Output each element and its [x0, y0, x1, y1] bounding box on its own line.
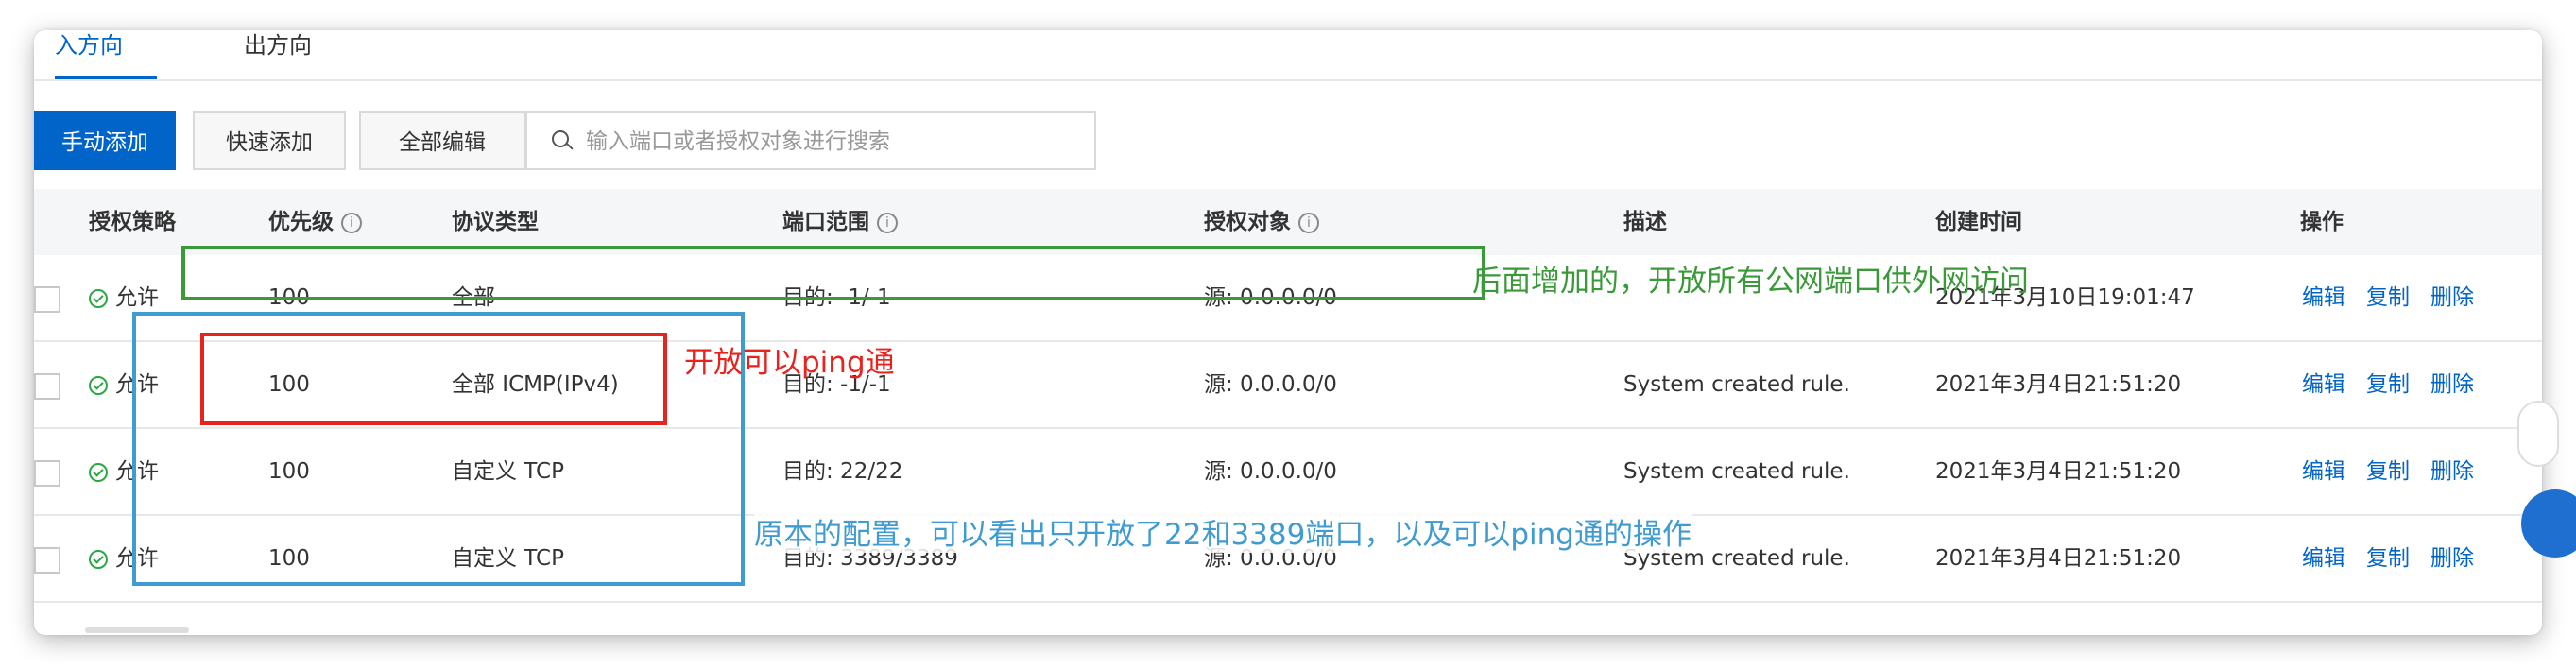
- protocol-cell: 全部 ICMP(IPv4): [452, 372, 619, 397]
- copy-link[interactable]: 复制: [2366, 546, 2410, 571]
- delete-link[interactable]: 删除: [2430, 459, 2474, 484]
- delete-link[interactable]: 删除: [2430, 372, 2474, 397]
- port-range-cell: 目的: 22/22: [782, 459, 903, 484]
- table-row: 允许 100 全部 目的: -1/-1 源: 0.0.0.0/0 2021年3月…: [34, 255, 2542, 342]
- search-input[interactable]: [584, 113, 1085, 170]
- priority-cell: 100: [268, 459, 310, 484]
- created-at-cell: 2021年3月4日21:51:20: [1935, 372, 2182, 397]
- description-cell: System created rule.: [1623, 372, 1850, 397]
- policy-cell: 允许: [89, 255, 159, 340]
- row-checkbox[interactable]: [34, 373, 60, 400]
- priority-cell: 100: [268, 546, 310, 571]
- header-protocol: 协议类型: [452, 210, 539, 234]
- created-at-cell: 2021年3月10日19:01:47: [1935, 285, 2195, 310]
- search-icon: [552, 130, 569, 147]
- table-row: 允许 100 自定义 TCP 目的: 3389/3389 源: 0.0.0.0/…: [34, 516, 2542, 603]
- protocol-cell: 自定义 TCP: [452, 546, 564, 571]
- tab-outbound[interactable]: 出方向: [244, 30, 312, 79]
- header-description: 描述: [1623, 210, 1667, 234]
- priority-cell: 100: [268, 372, 310, 397]
- header-port-range: 端口范围 i: [782, 189, 898, 255]
- delete-link[interactable]: 删除: [2430, 285, 2474, 310]
- edit-all-button[interactable]: 全部编辑: [359, 112, 525, 170]
- row-checkbox[interactable]: [34, 286, 60, 313]
- actions-cell: 编辑 复制 删除: [2302, 516, 2495, 601]
- quick-add-button[interactable]: 快速添加: [193, 112, 346, 170]
- side-collapse-handle[interactable]: [2517, 401, 2559, 467]
- policy-cell: 允许: [89, 342, 159, 427]
- port-range-cell: 目的: 3389/3389: [782, 546, 958, 571]
- horizontal-scrollbar[interactable]: [85, 627, 189, 633]
- delete-link[interactable]: 删除: [2430, 546, 2474, 571]
- protocol-cell: 全部: [452, 285, 495, 310]
- manual-add-button[interactable]: 手动添加: [34, 112, 176, 170]
- header-auth-object: 授权对象 i: [1204, 189, 1319, 255]
- created-at-cell: 2021年3月4日21:51:20: [1935, 459, 2182, 484]
- row-checkbox[interactable]: [34, 547, 60, 574]
- auth-object-cell: 源: 0.0.0.0/0: [1204, 372, 1337, 397]
- row-checkbox[interactable]: [34, 460, 60, 487]
- table-row: 允许 100 自定义 TCP 目的: 22/22 源: 0.0.0.0/0 Sy…: [34, 429, 2542, 516]
- created-at-cell: 2021年3月4日21:51:20: [1935, 546, 2182, 571]
- table-header: 授权策略 优先级 i 协议类型 端口范围 i 授权对象 i 描述 创建时间 操作: [34, 189, 2542, 257]
- edit-link[interactable]: 编辑: [2302, 459, 2345, 484]
- policy-cell: 允许: [89, 516, 159, 601]
- security-group-rules-panel: 入方向 出方向 手动添加 快速添加 全部编辑 授权策略 优先级i 协议类型 端口…: [34, 30, 2542, 635]
- protocol-cell: 自定义 TCP: [452, 459, 564, 484]
- copy-link[interactable]: 复制: [2366, 285, 2410, 310]
- port-range-info-icon[interactable]: i: [877, 212, 898, 233]
- check-circle-icon: [89, 375, 108, 395]
- port-range-cell: 目的: -1/-1: [782, 285, 891, 310]
- priority-cell: 100: [268, 285, 310, 310]
- check-circle-icon: [89, 288, 108, 308]
- copy-link[interactable]: 复制: [2366, 372, 2410, 397]
- table-row: 允许 100 全部 ICMP(IPv4) 目的: -1/-1 源: 0.0.0.…: [34, 342, 2542, 429]
- header-created-at: 创建时间: [1935, 210, 2022, 234]
- auth-object-cell: 源: 0.0.0.0/0: [1204, 285, 1337, 310]
- copy-link[interactable]: 复制: [2366, 459, 2410, 484]
- port-range-cell: 目的: -1/-1: [782, 372, 891, 397]
- edit-link[interactable]: 编辑: [2302, 546, 2345, 571]
- description-cell: System created rule.: [1623, 459, 1850, 484]
- policy-cell: 允许: [89, 429, 159, 514]
- auth-object-info-icon[interactable]: i: [1298, 212, 1319, 233]
- check-circle-icon: [89, 549, 108, 569]
- edit-link[interactable]: 编辑: [2302, 372, 2345, 397]
- edit-link[interactable]: 编辑: [2302, 285, 2345, 310]
- actions-cell: 编辑 复制 删除: [2302, 255, 2495, 340]
- priority-info-icon[interactable]: i: [341, 212, 362, 233]
- tab-inbound[interactable]: 入方向: [55, 30, 157, 79]
- header-policy: 授权策略: [89, 210, 176, 234]
- header-priority: 优先级 i: [268, 189, 362, 255]
- actions-cell: 编辑 复制 删除: [2302, 429, 2495, 514]
- auth-object-cell: 源: 0.0.0.0/0: [1204, 459, 1337, 484]
- header-actions: 操作: [2300, 210, 2344, 234]
- actions-cell: 编辑 复制 删除: [2302, 342, 2495, 427]
- auth-object-cell: 源: 0.0.0.0/0: [1204, 546, 1337, 571]
- description-cell: System created rule.: [1623, 546, 1850, 571]
- tabs-divider: [34, 79, 2542, 81]
- search-box: [525, 112, 1096, 170]
- check-circle-icon: [89, 462, 108, 482]
